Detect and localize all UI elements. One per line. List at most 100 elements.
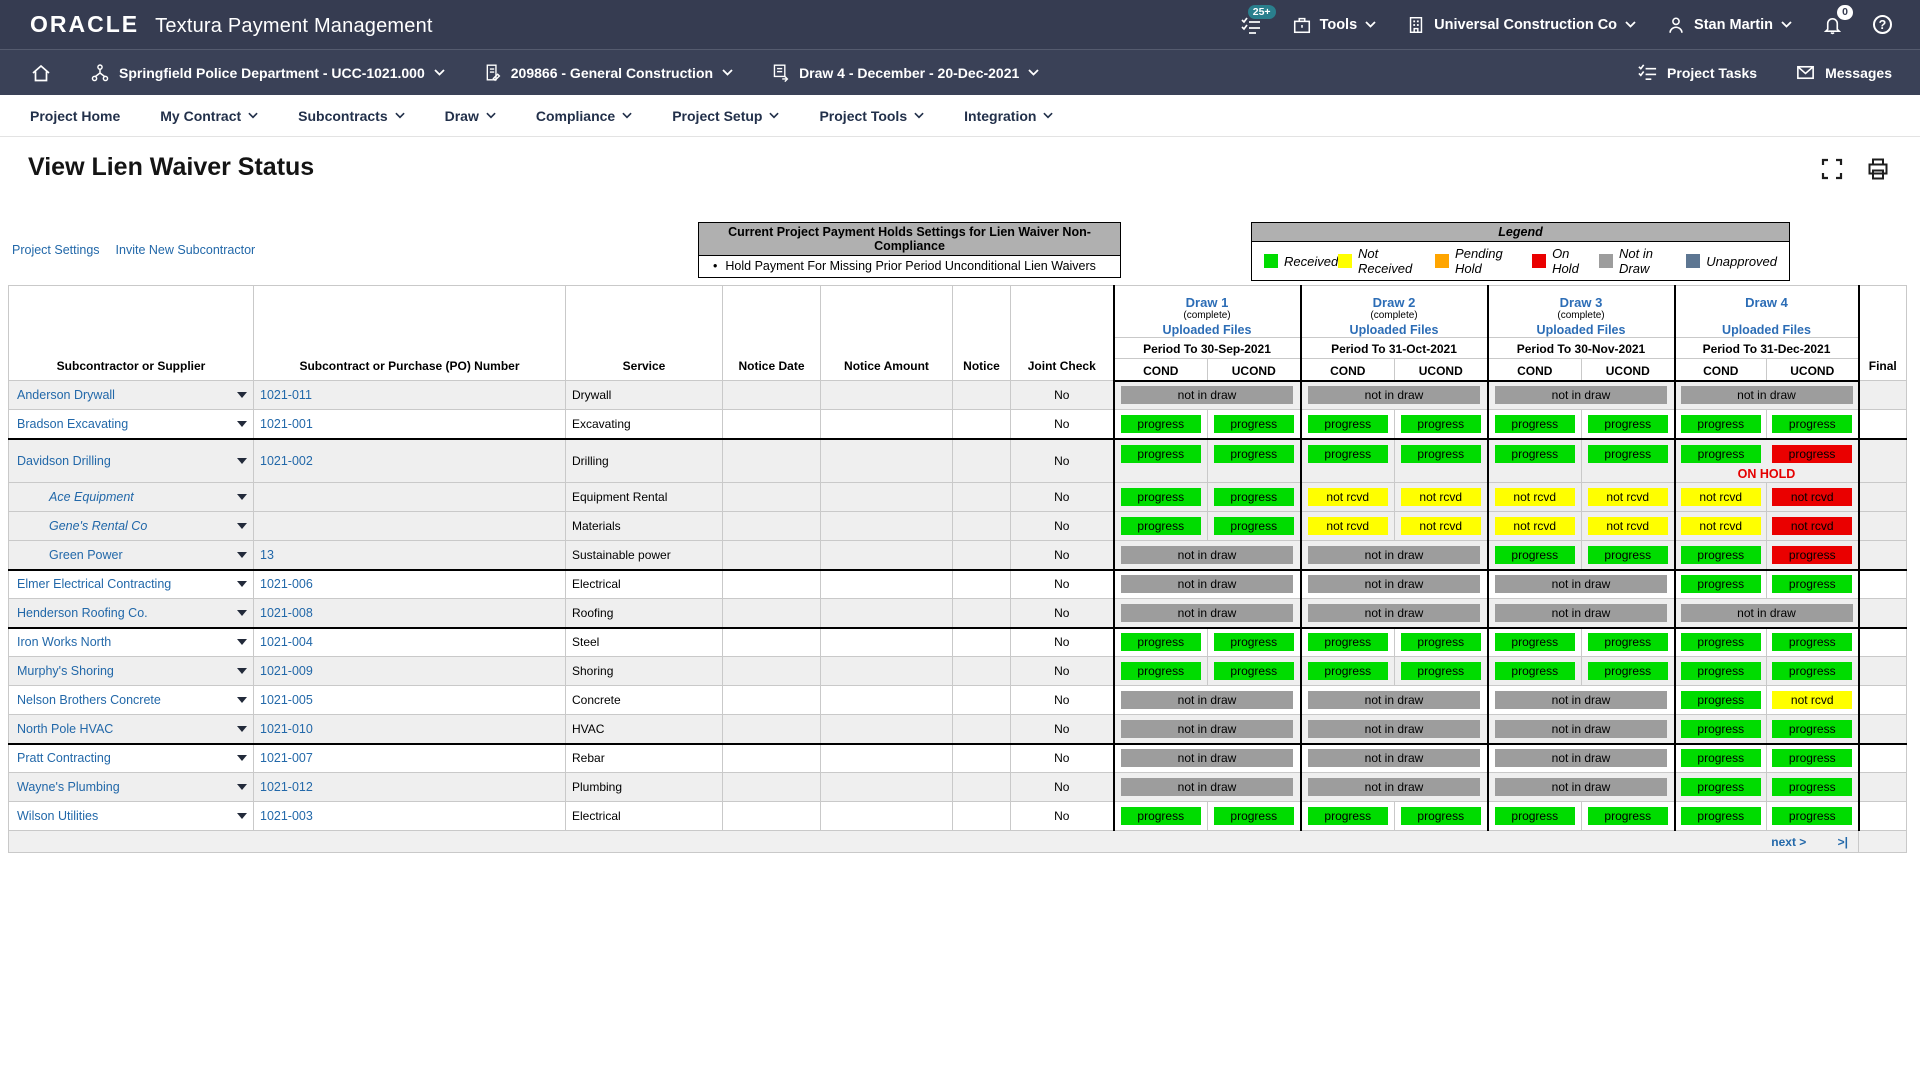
- row-actions-caret-icon[interactable]: [237, 523, 247, 529]
- subcontractor-link[interactable]: Pratt Contracting: [17, 751, 111, 765]
- waiver-status-chip[interactable]: not rcvd: [1772, 691, 1852, 709]
- waiver-status-chip[interactable]: progress: [1121, 633, 1201, 651]
- waiver-status-chip[interactable]: progress: [1681, 662, 1761, 680]
- po-number-link[interactable]: 1021-011: [260, 388, 312, 402]
- draw-3-link[interactable]: Draw 3: [1489, 295, 1674, 310]
- waiver-status-chip[interactable]: progress: [1214, 517, 1294, 535]
- waiver-status-chip[interactable]: progress: [1214, 488, 1294, 506]
- waiver-status-chip[interactable]: progress: [1401, 807, 1481, 825]
- waiver-status-chip[interactable]: progress: [1308, 662, 1388, 680]
- waiver-status-chip[interactable]: progress: [1308, 633, 1388, 651]
- row-actions-caret-icon[interactable]: [237, 784, 247, 790]
- waiver-status-chip[interactable]: progress: [1681, 720, 1761, 738]
- po-number-link[interactable]: 1021-001: [260, 417, 313, 431]
- row-actions-caret-icon[interactable]: [237, 813, 247, 819]
- waiver-status-chip[interactable]: progress: [1588, 546, 1668, 564]
- pagination-last-link[interactable]: >|: [1838, 835, 1848, 849]
- subcontractor-link[interactable]: Bradson Excavating: [17, 417, 128, 431]
- project-tasks-button[interactable]: Project Tasks: [1637, 62, 1757, 83]
- waiver-status-chip[interactable]: progress: [1495, 633, 1575, 651]
- waiver-status-chip[interactable]: not rcvd: [1588, 517, 1668, 535]
- waiver-status-chip[interactable]: progress: [1495, 807, 1575, 825]
- po-number-link[interactable]: 1021-006: [260, 577, 313, 591]
- waiver-status-chip[interactable]: progress: [1681, 778, 1761, 796]
- row-actions-caret-icon[interactable]: [237, 494, 247, 500]
- po-number-link[interactable]: 1021-008: [260, 606, 313, 620]
- draw-2-link[interactable]: Draw 2: [1302, 295, 1487, 310]
- waiver-status-chip[interactable]: progress: [1121, 488, 1201, 506]
- subcontractor-link[interactable]: Ace Equipment: [49, 490, 134, 504]
- waiver-status-chip[interactable]: progress: [1772, 575, 1852, 593]
- menu-item-draw[interactable]: Draw: [445, 108, 496, 124]
- menu-item-compliance[interactable]: Compliance: [536, 108, 632, 124]
- waiver-status-chip[interactable]: progress: [1121, 662, 1201, 680]
- waiver-status-chip[interactable]: progress: [1772, 749, 1852, 767]
- subcontractor-link[interactable]: Green Power: [49, 548, 123, 562]
- waiver-status-chip[interactable]: progress: [1588, 807, 1668, 825]
- waiver-status-chip[interactable]: progress: [1681, 575, 1761, 593]
- project-selector[interactable]: Springfield Police Department - UCC-1021…: [90, 63, 445, 83]
- subcontractor-link[interactable]: Gene's Rental Co: [49, 519, 147, 533]
- waiver-status-chip[interactable]: progress: [1214, 807, 1294, 825]
- menu-item-integration[interactable]: Integration: [964, 108, 1053, 124]
- menu-item-project-tools[interactable]: Project Tools: [819, 108, 924, 124]
- po-number-link[interactable]: 1021-010: [260, 722, 313, 736]
- waiver-status-chip[interactable]: progress: [1588, 662, 1668, 680]
- waiver-status-chip[interactable]: progress: [1772, 445, 1852, 463]
- draw-2-uploaded-files-link[interactable]: Uploaded Files: [1302, 323, 1487, 337]
- waiver-status-chip[interactable]: progress: [1681, 691, 1761, 709]
- subcontractor-link[interactable]: Murphy's Shoring: [17, 664, 114, 678]
- waiver-status-chip[interactable]: progress: [1772, 546, 1852, 564]
- waiver-status-chip[interactable]: progress: [1401, 633, 1481, 651]
- menu-item-project-home[interactable]: Project Home: [30, 108, 120, 124]
- waiver-status-chip[interactable]: progress: [1214, 445, 1294, 463]
- home-button[interactable]: [30, 62, 52, 84]
- fullscreen-icon[interactable]: [1820, 157, 1844, 181]
- subcontractor-link[interactable]: Nelson Brothers Concrete: [17, 693, 161, 707]
- company-menu[interactable]: Universal Construction Co: [1406, 15, 1636, 35]
- po-number-link[interactable]: 1021-004: [260, 635, 313, 649]
- waiver-status-chip[interactable]: progress: [1588, 445, 1668, 463]
- row-actions-caret-icon[interactable]: [237, 697, 247, 703]
- waiver-status-chip[interactable]: progress: [1772, 807, 1852, 825]
- waiver-status-chip[interactable]: progress: [1588, 415, 1668, 433]
- po-number-link[interactable]: 1021-009: [260, 664, 313, 678]
- waiver-status-chip[interactable]: progress: [1681, 807, 1761, 825]
- po-number-link[interactable]: 1021-007: [260, 751, 313, 765]
- draw-4-uploaded-files-link[interactable]: Uploaded Files: [1676, 323, 1858, 337]
- draw-1-uploaded-files-link[interactable]: Uploaded Files: [1115, 323, 1300, 337]
- subcontractor-link[interactable]: Henderson Roofing Co.: [17, 606, 148, 620]
- waiver-status-chip[interactable]: not rcvd: [1588, 488, 1668, 506]
- waiver-status-chip[interactable]: not rcvd: [1401, 517, 1481, 535]
- waiver-status-chip[interactable]: progress: [1772, 778, 1852, 796]
- draw-4-link[interactable]: Draw 4: [1676, 295, 1858, 310]
- po-number-link[interactable]: 13: [260, 548, 274, 562]
- row-actions-caret-icon[interactable]: [237, 639, 247, 645]
- waiver-status-chip[interactable]: not rcvd: [1401, 488, 1481, 506]
- print-icon[interactable]: [1866, 157, 1890, 181]
- waiver-status-chip[interactable]: progress: [1214, 662, 1294, 680]
- menu-item-my-contract[interactable]: My Contract: [160, 108, 258, 124]
- waiver-status-chip[interactable]: progress: [1401, 445, 1481, 463]
- menu-item-subcontracts[interactable]: Subcontracts: [298, 108, 404, 124]
- po-number-link[interactable]: 1021-012: [260, 780, 313, 794]
- row-actions-caret-icon[interactable]: [237, 458, 247, 464]
- row-actions-caret-icon[interactable]: [237, 610, 247, 616]
- waiver-status-chip[interactable]: progress: [1772, 662, 1852, 680]
- waiver-status-chip[interactable]: not rcvd: [1495, 517, 1575, 535]
- messages-button[interactable]: Messages: [1795, 62, 1892, 83]
- waiver-status-chip[interactable]: progress: [1681, 633, 1761, 651]
- row-actions-caret-icon[interactable]: [237, 392, 247, 398]
- help-button[interactable]: ?: [1873, 15, 1892, 34]
- waiver-status-chip[interactable]: progress: [1401, 415, 1481, 433]
- invite-new-subcontractor-link[interactable]: Invite New Subcontractor: [116, 243, 256, 257]
- waiver-status-chip[interactable]: progress: [1121, 517, 1201, 535]
- waiver-status-chip[interactable]: progress: [1308, 445, 1388, 463]
- waiver-status-chip[interactable]: progress: [1681, 445, 1761, 463]
- waiver-status-chip[interactable]: progress: [1588, 633, 1668, 651]
- project-settings-link[interactable]: Project Settings: [12, 243, 100, 257]
- waiver-status-chip[interactable]: not rcvd: [1772, 488, 1852, 506]
- waiver-status-chip[interactable]: progress: [1121, 415, 1201, 433]
- waiver-status-chip[interactable]: progress: [1772, 633, 1852, 651]
- subcontractor-link[interactable]: Anderson Drywall: [17, 388, 115, 402]
